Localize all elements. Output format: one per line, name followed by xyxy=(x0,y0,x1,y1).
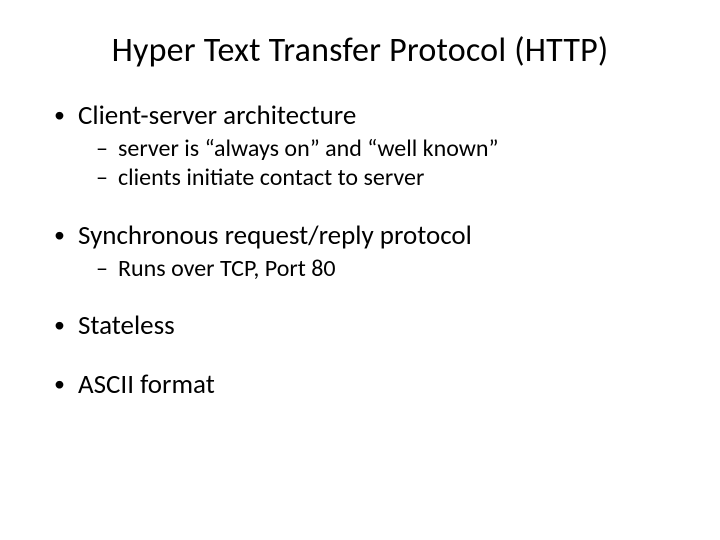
sub-bullet-list: Runs over TCP, Port 80 xyxy=(96,254,670,283)
bullet-item: Stateless xyxy=(50,309,670,342)
bullet-list: Client-server architecture server is “al… xyxy=(50,99,670,401)
sub-bullet-text: server is “always on” and “well known” xyxy=(118,134,499,163)
sub-bullet-item: Runs over TCP, Port 80 xyxy=(96,254,670,283)
bullet-text: Stateless xyxy=(78,309,175,342)
sub-bullet-list: server is “always on” and “well known” c… xyxy=(96,134,670,193)
bullet-item: Synchronous request/reply protocol Runs … xyxy=(50,219,670,283)
bullet-item: ASCII format xyxy=(50,368,670,401)
sub-bullet-item: server is “always on” and “well known” xyxy=(96,134,670,163)
bullet-text: ASCII format xyxy=(78,368,215,401)
bullet-text: Synchronous request/reply protocol xyxy=(78,219,472,252)
sub-bullet-text: clients initiate contact to server xyxy=(118,163,424,192)
slide: Hyper Text Transfer Protocol (HTTP) Clie… xyxy=(0,0,720,540)
sub-bullet-text: Runs over TCP, Port 80 xyxy=(118,254,336,283)
bullet-text: Client-server architecture xyxy=(78,99,356,132)
slide-title: Hyper Text Transfer Protocol (HTTP) xyxy=(50,30,670,71)
bullet-item: Client-server architecture server is “al… xyxy=(50,99,670,193)
sub-bullet-item: clients initiate contact to server xyxy=(96,163,670,192)
